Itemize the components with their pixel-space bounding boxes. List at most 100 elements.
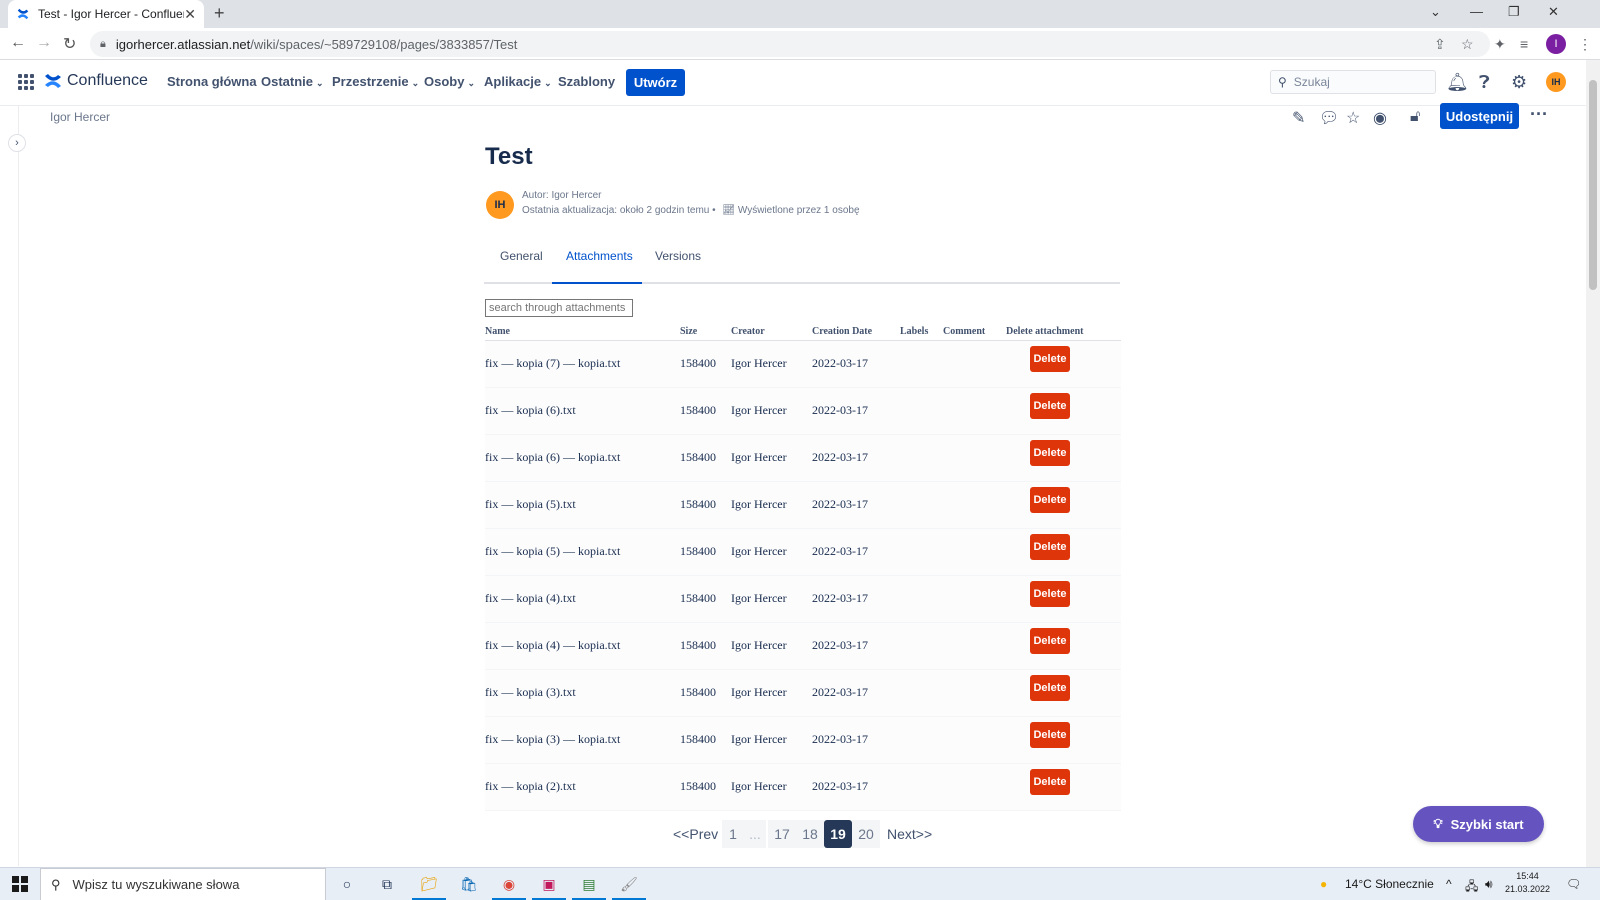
url-field[interactable]: 🔒︎ igorhercer.atlassian.net/wiki/spaces/… (90, 31, 1490, 57)
browser-profile-avatar[interactable]: I (1546, 34, 1566, 54)
attachment-name[interactable]: fix — kopia (3) — kopia.txt (485, 732, 620, 747)
extensions-icon[interactable]: ✦ (1494, 36, 1506, 53)
restrictions-lock-icon[interactable]: 🔓︎ (1410, 108, 1420, 126)
column-name[interactable]: Name (485, 326, 510, 337)
menu-templates[interactable]: Szablony (558, 74, 615, 89)
menu-people[interactable]: Osoby ⌄ (424, 74, 475, 89)
tray-chevron-icon[interactable]: ^ (1446, 877, 1452, 891)
share-button[interactable]: Udostępnij (1440, 103, 1519, 129)
reload-icon[interactable]: ↻ (63, 34, 76, 54)
tab-attachments[interactable]: Attachments (552, 244, 642, 284)
column-size[interactable]: Size (680, 326, 697, 337)
star-icon[interactable]: ☆ (1346, 108, 1360, 128)
minimize-icon[interactable]: — (1470, 4, 1483, 19)
menu-apps[interactable]: Aplikacje ⌄ (484, 74, 552, 89)
column-creation-date[interactable]: Creation Date (812, 326, 872, 337)
task-view-icon[interactable]: ⧉ (376, 873, 398, 895)
attachment-name[interactable]: fix — kopia (6) — kopia.txt (485, 450, 620, 465)
weather-text[interactable]: 14°C Słonecznie (1345, 877, 1434, 891)
close-window-icon[interactable]: ✕ (1548, 4, 1559, 20)
edit-pencil-icon[interactable]: ✎ (1292, 108, 1305, 128)
attachment-name[interactable]: fix — kopia (5) — kopia.txt (485, 544, 620, 559)
user-avatar[interactable]: IH (1546, 72, 1566, 92)
chrome-icon[interactable]: ◉ (492, 873, 526, 900)
paint-icon[interactable]: 🖌︎ (612, 873, 646, 900)
author-avatar[interactable]: IH (486, 191, 514, 219)
share-page-icon[interactable]: ⇪ (1434, 36, 1446, 53)
page-1[interactable]: 1 (722, 820, 744, 848)
help-icon[interactable]: ❓︎ (1479, 72, 1490, 93)
page-20[interactable]: 20 (852, 820, 880, 848)
tab-versions[interactable]: Versions (655, 244, 715, 284)
delete-button[interactable]: Delete (1030, 487, 1070, 513)
notification-center-icon[interactable]: 🗨︎ (1566, 877, 1581, 891)
delete-button[interactable]: Delete (1030, 534, 1070, 560)
more-actions-icon[interactable]: ··· (1530, 104, 1548, 125)
attachment-name[interactable]: fix — kopia (2).txt (485, 779, 576, 794)
expand-sidebar-icon[interactable]: › (8, 134, 26, 152)
delete-button[interactable]: Delete (1030, 581, 1070, 607)
restore-icon[interactable]: ❐ (1508, 4, 1520, 20)
column-labels[interactable]: Labels (900, 326, 928, 337)
search-input[interactable]: ⚲ Szukaj (1270, 70, 1436, 94)
cortana-icon[interactable]: ○ (336, 873, 358, 895)
menu-recent[interactable]: Ostatnie ⌄ (261, 74, 324, 89)
delete-button[interactable]: Delete (1030, 675, 1070, 701)
page-scrollbar[interactable] (1586, 60, 1600, 867)
back-icon[interactable]: ← (10, 34, 26, 52)
settings-gear-icon[interactable]: ⚙ (1511, 72, 1527, 93)
bookmark-star-icon[interactable]: ☆ (1461, 36, 1474, 53)
taskbar-clock[interactable]: 15:44 21.03.2022 (1505, 870, 1550, 896)
intellij-icon[interactable]: ▣ (532, 873, 566, 900)
browser-menu-icon[interactable]: ⋮ (1578, 36, 1592, 53)
forward-icon[interactable]: → (36, 34, 52, 52)
quick-start-button[interactable]: 💡︎ Szybki start (1413, 806, 1544, 842)
network-icon[interactable]: 🖧︎ (1465, 877, 1478, 898)
tab-general[interactable]: General (500, 244, 555, 284)
delete-button[interactable]: Delete (1030, 440, 1070, 466)
comment-icon[interactable]: 💬︎ (1319, 108, 1339, 128)
attachment-name[interactable]: fix — kopia (5).txt (485, 497, 576, 512)
browser-tab[interactable]: Test - Igor Hercer - Confluence ✕ (8, 0, 204, 28)
page-19-current[interactable]: 19 (824, 820, 852, 848)
breadcrumb[interactable]: Igor Hercer (50, 110, 110, 124)
create-button[interactable]: Utwórz (626, 69, 685, 96)
delete-button[interactable]: Delete (1030, 393, 1070, 419)
tab-search-icon[interactable]: ⌄ (1430, 4, 1441, 20)
attachment-creator: Igor Hercer (731, 779, 787, 793)
delete-button[interactable]: Delete (1030, 722, 1070, 748)
next-page-link[interactable]: Next>> (887, 820, 932, 848)
new-tab-icon[interactable]: + (214, 3, 225, 24)
prev-page-link[interactable]: <<Prev (673, 820, 718, 848)
page-17[interactable]: 17 (768, 820, 796, 848)
page-18[interactable]: 18 (796, 820, 824, 848)
delete-button[interactable]: Delete (1030, 346, 1070, 372)
scrollbar-thumb[interactable] (1589, 80, 1597, 290)
attachment-name[interactable]: fix — kopia (4).txt (485, 591, 576, 606)
attachment-search-input[interactable] (485, 299, 633, 317)
attachment-name[interactable]: fix — kopia (4) — kopia.txt (485, 638, 620, 653)
views-line[interactable]: Wyświetlone przez 1 osobę (738, 205, 860, 216)
confluence-logo[interactable]: Confluence (44, 72, 148, 90)
reading-list-icon[interactable]: ≡ (1520, 36, 1528, 52)
file-explorer-icon[interactable]: 📁︎ (412, 873, 446, 900)
attachment-size: 158400 (680, 638, 716, 652)
watch-eye-icon[interactable]: ◉ (1373, 108, 1387, 128)
menu-spaces[interactable]: Przestrzenie ⌄ (332, 74, 419, 89)
column-creator[interactable]: Creator (731, 326, 765, 337)
app-window-icon[interactable]: ▤ (572, 873, 606, 900)
app-switcher-icon[interactable] (18, 74, 34, 90)
delete-button[interactable]: Delete (1030, 628, 1070, 654)
attachment-name[interactable]: fix — kopia (7) — kopia.txt (485, 356, 620, 371)
volume-icon[interactable]: 🔊︎ (1485, 877, 1493, 892)
menu-home[interactable]: Strona główna (167, 74, 257, 89)
store-icon[interactable]: 🛍︎ (458, 873, 480, 895)
column-comment[interactable]: Comment (943, 326, 985, 337)
windows-start-icon[interactable] (12, 876, 28, 892)
close-tab-icon[interactable]: ✕ (184, 6, 196, 23)
attachment-name[interactable]: fix — kopia (3).txt (485, 685, 576, 700)
notifications-icon[interactable]: 🔔︎ (1446, 72, 1469, 93)
attachment-name[interactable]: fix — kopia (6).txt (485, 403, 576, 418)
taskbar-search-input[interactable]: ⚲ Wpisz tu wyszukiwane słowa (40, 868, 326, 900)
delete-button[interactable]: Delete (1030, 769, 1070, 795)
